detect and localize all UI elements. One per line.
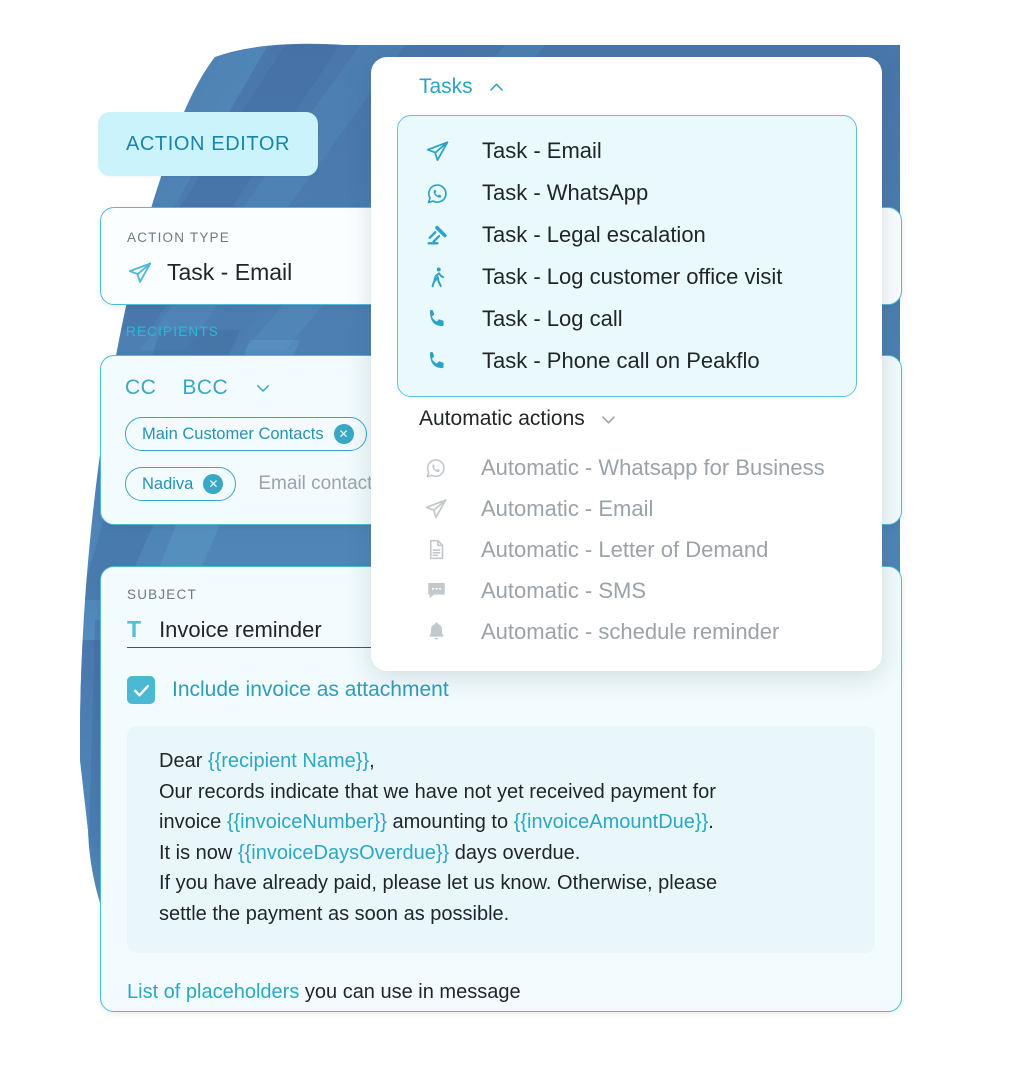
close-circle-icon[interactable]: ✕ <box>203 474 224 494</box>
bell-icon <box>421 620 451 643</box>
dropdown-item-label: Automatic - SMS <box>481 577 647 603</box>
dropdown-item-automatic-schedule-reminder[interactable]: Automatic - schedule reminder <box>397 611 857 652</box>
recipient-chip[interactable]: Main Customer Contacts ✕ <box>125 417 367 451</box>
action-editor-badge: ACTION EDITOR <box>98 112 318 176</box>
recipient-chip-label: Nadiva <box>142 474 194 493</box>
message-line-4-prefix: It is now <box>159 841 238 864</box>
recipients-label: RECIPIENTS <box>126 324 220 339</box>
paper-plane-icon <box>127 260 153 286</box>
dropdown-item-label: Task - Phone call on Peakflo <box>482 348 760 373</box>
dropdown-item-label: Task - Email <box>482 138 602 163</box>
tasks-list: Task - Email Task - WhatsApp Task - Lega… <box>397 115 857 397</box>
walking-person-icon <box>422 265 452 290</box>
text-format-icon: T <box>127 616 142 642</box>
action-editor-badge-label: ACTION EDITOR <box>125 132 291 155</box>
dropdown-item-task-legal-escalation[interactable]: Task - Legal escalation <box>398 214 856 256</box>
cc-bcc-row: CC BCC <box>125 376 382 400</box>
message-line-1-prefix: Dear <box>159 750 208 772</box>
placeholder-recipient-name: {{recipient Name}} <box>207 750 370 772</box>
action-type-dropdown: Tasks Task - Email Task - WhatsApp Task … <box>371 57 882 671</box>
dropdown-item-task-email[interactable]: Task - Email <box>398 130 856 172</box>
chip-row-2: Nadiva ✕ Email contacts <box>125 467 382 501</box>
dropdown-item-label: Task - WhatsApp <box>482 180 649 205</box>
include-invoice-checkbox-row[interactable]: Include invoice as attachment <box>127 676 875 704</box>
recipient-chip-label: Main Customer Contacts <box>142 424 324 443</box>
screen-root: ACTION EDITOR ACTION TYPE Task - Email R… <box>0 0 1020 1080</box>
placeholders-footnote: List of placeholders you can use in mess… <box>127 981 875 1004</box>
dropdown-item-automatic-whatsapp-for-business[interactable]: Automatic - Whatsapp for Business <box>397 447 857 488</box>
dropdown-item-task-whatsapp[interactable]: Task - WhatsApp <box>398 172 856 214</box>
action-type-value: Task - Email <box>167 259 293 285</box>
automatic-actions-list: Automatic - Whatsapp for Business Automa… <box>397 447 857 652</box>
document-icon <box>421 538 451 561</box>
dropdown-item-automatic-letter-of-demand[interactable]: Automatic - Letter of Demand <box>397 529 857 570</box>
message-line-3-mid: amounting to <box>386 811 514 833</box>
dropdown-item-label: Task - Log call <box>482 306 623 331</box>
message-line-1: Dear {{recipient Name}}, <box>159 746 849 777</box>
chevron-up-icon[interactable] <box>487 78 506 97</box>
bcc-button[interactable]: BCC <box>182 376 228 400</box>
chip-row-1: Main Customer Contacts ✕ <box>125 417 382 451</box>
placeholder-invoice-amount-due: {{invoiceAmountDue}} <box>513 811 709 833</box>
tasks-group-label: Tasks <box>419 75 473 98</box>
message-body[interactable]: Dear {{recipient Name}}, Our records ind… <box>127 726 875 953</box>
message-line-3-prefix: invoice <box>159 811 227 833</box>
sms-bubble-icon <box>421 579 451 602</box>
dropdown-item-label: Task - Legal escalation <box>482 222 706 247</box>
dropdown-item-task-log-customer-office-visit[interactable]: Task - Log customer office visit <box>398 256 856 298</box>
tasks-group-header[interactable]: Tasks <box>419 75 506 99</box>
dropdown-item-task-log-call[interactable]: Task - Log call <box>398 298 856 340</box>
dropdown-item-task-phone-call-on-peakflo[interactable]: Task - Phone call on Peakflo <box>398 340 856 382</box>
dropdown-item-label: Task - Log customer office visit <box>482 264 783 289</box>
email-contacts-input[interactable]: Email contacts <box>258 473 382 495</box>
dropdown-item-label: Automatic - schedule reminder <box>481 618 780 644</box>
placeholder-invoice-days-overdue: {{invoiceDaysOverdue}} <box>237 841 450 864</box>
recipient-chip[interactable]: Nadiva ✕ <box>125 467 237 501</box>
recipients-section-label-wrap: RECIPIENTS <box>126 323 219 341</box>
dropdown-item-label: Automatic - Email <box>481 495 654 521</box>
automatic-actions-group-header[interactable]: Automatic actions <box>419 407 618 431</box>
message-line-3-suffix: . <box>708 811 714 833</box>
chevron-down-icon[interactable] <box>254 379 272 397</box>
gavel-icon <box>422 223 452 248</box>
message-line-4: It is now {{invoiceDaysOverdue}} days ov… <box>159 838 849 869</box>
close-circle-icon[interactable]: ✕ <box>333 424 354 444</box>
message-line-2: Our records indicate that we have not ye… <box>159 780 716 803</box>
whatsapp-icon <box>421 456 451 480</box>
placeholder-invoice-number: {{invoiceNumber}} <box>226 811 387 833</box>
placeholders-footnote-rest: you can use in message <box>299 981 521 1003</box>
dropdown-item-automatic-sms[interactable]: Automatic - SMS <box>397 570 857 611</box>
phone-icon <box>422 307 452 331</box>
automatic-actions-group-label: Automatic actions <box>419 407 585 430</box>
subject-value: Invoice reminder <box>159 616 322 642</box>
checkmark-icon[interactable] <box>127 676 155 704</box>
paper-plane-icon <box>421 497 451 521</box>
chevron-down-icon[interactable] <box>599 410 618 429</box>
include-invoice-label: Include invoice as attachment <box>172 678 449 701</box>
message-line-1-suffix: , <box>369 750 375 772</box>
whatsapp-icon <box>422 181 452 206</box>
message-line-6: settle the payment as soon as possible. <box>159 902 510 925</box>
message-line-3: invoice {{invoiceNumber}} amounting to {… <box>159 807 849 838</box>
list-of-placeholders-link[interactable]: List of placeholders <box>127 981 299 1003</box>
dropdown-item-label: Automatic - Whatsapp for Business <box>481 454 825 480</box>
dropdown-item-label: Automatic - Letter of Demand <box>481 536 769 562</box>
dropdown-item-automatic-email[interactable]: Automatic - Email <box>397 488 857 529</box>
paper-plane-icon <box>422 139 452 164</box>
cc-button[interactable]: CC <box>125 376 156 400</box>
phone-icon <box>422 349 452 373</box>
action-type-label: ACTION TYPE <box>127 230 230 245</box>
message-line-5: If you have already paid, please let us … <box>159 872 718 894</box>
message-line-4-suffix: days overdue. <box>449 841 581 864</box>
